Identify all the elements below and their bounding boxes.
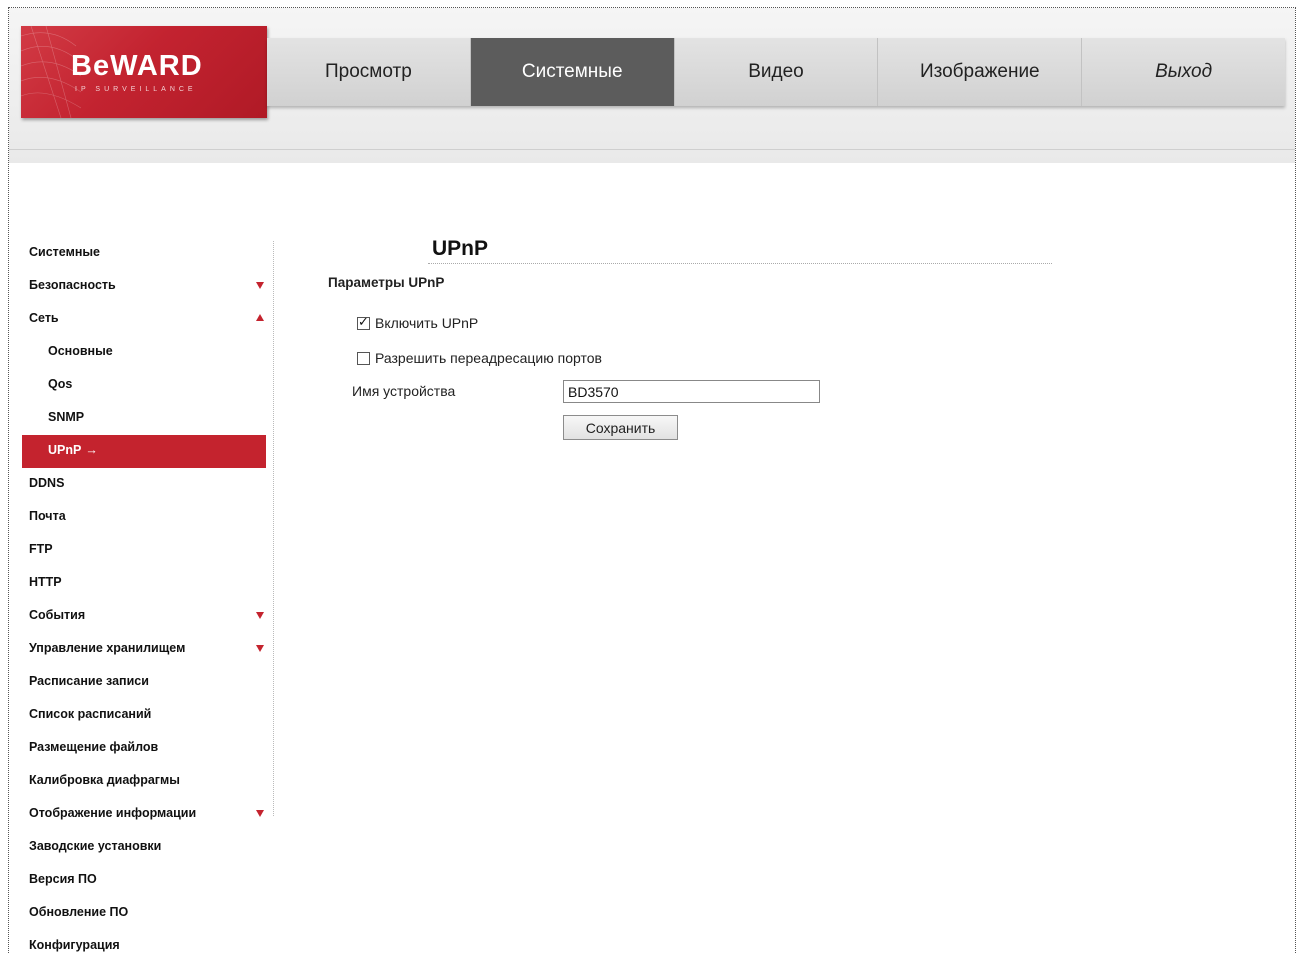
port-forwarding-row[interactable]: Разрешить переадресацию портов [357, 350, 602, 366]
header: BeWARD IP SURVEILLANCE Просмотр Системны… [9, 8, 1295, 163]
sidebar-item-label: FTP [29, 542, 53, 556]
right-arrow-icon: → [85, 443, 98, 457]
section-title: Параметры UPnP [328, 275, 445, 290]
sidebar-item-ftp[interactable]: FTP [22, 534, 266, 567]
sidebar-item-basic[interactable]: Основные [22, 336, 266, 369]
sidebar-item-label: Почта [29, 509, 66, 523]
logo-tagline: IP SURVEILLANCE [75, 86, 197, 93]
nav-tab-logout[interactable]: Выход [1082, 38, 1285, 106]
sidebar-item-label: SNMP [48, 410, 85, 424]
sidebar-item-firmware-update[interactable]: Обновление ПО [22, 897, 266, 930]
sidebar: Системные Безопасность Сеть Основные Qos… [22, 237, 266, 953]
enable-upnp-label: Включить UPnP [375, 315, 479, 331]
header-divider [9, 149, 1295, 150]
sidebar-item-ddns[interactable]: DDNS [22, 468, 266, 501]
sidebar-item-label: Сеть [29, 311, 59, 325]
sidebar-item-http[interactable]: HTTP [22, 567, 266, 600]
sidebar-item-label: HTTP [29, 575, 62, 589]
sidebar-item-snmp[interactable]: SNMP [22, 402, 266, 435]
sidebar-item-configuration[interactable]: Конфигурация [22, 930, 266, 953]
nav-tab-image[interactable]: Изображение [878, 38, 1083, 106]
sidebar-item-iris-calibration[interactable]: Калибровка диафрагмы [22, 765, 266, 798]
sidebar-item-label: Расписание записи [29, 674, 149, 688]
expand-down-icon[interactable] [256, 612, 264, 619]
port-forwarding-checkbox[interactable] [357, 351, 370, 365]
logo-brand-text: BeWARD [71, 50, 203, 82]
sidebar-item-label: UPnP [48, 443, 82, 457]
sidebar-item-events[interactable]: События [22, 600, 266, 633]
sidebar-item-label: Конфигурация [29, 938, 120, 952]
enable-upnp-row[interactable]: Включить UPnP [357, 314, 479, 331]
device-name-label: Имя устройства [352, 383, 456, 399]
expand-down-icon[interactable] [256, 282, 264, 289]
port-forwarding-label: Разрешить переадресацию портов [375, 350, 602, 366]
brand-logo[interactable]: BeWARD IP SURVEILLANCE [21, 26, 267, 118]
sidebar-item-label: Основные [48, 344, 113, 358]
sidebar-item-factory-defaults[interactable]: Заводские установки [22, 831, 266, 864]
sidebar-item-label: Отображение информации [29, 806, 197, 820]
page-title: UPnP [432, 237, 489, 260]
sidebar-item-label: Безопасность [29, 278, 116, 292]
sidebar-item-security[interactable]: Безопасность [22, 270, 266, 303]
expand-down-icon[interactable] [256, 645, 264, 652]
sidebar-item-firmware-version[interactable]: Версия ПО [22, 864, 266, 897]
title-divider [428, 263, 1052, 264]
sidebar-item-upnp[interactable]: UPnP → [22, 435, 266, 468]
sidebar-item-network[interactable]: Сеть [22, 303, 266, 336]
sidebar-item-label: Управление хранилищем [29, 641, 186, 655]
nav-tab-view[interactable]: Просмотр [267, 38, 471, 106]
top-nav: Просмотр Системные Видео Изображение Вых… [267, 38, 1285, 106]
sidebar-item-record-schedule[interactable]: Расписание записи [22, 666, 266, 699]
sidebar-item-schedule-list[interactable]: Список расписаний [22, 699, 266, 732]
sidebar-item-file-location[interactable]: Размещение файлов [22, 732, 266, 765]
sidebar-item-mail[interactable]: Почта [22, 501, 266, 534]
collapse-up-icon[interactable] [256, 314, 264, 321]
sidebar-item-label: Системные [29, 245, 100, 259]
sidebar-item-storage[interactable]: Управление хранилищем [22, 633, 266, 666]
sidebar-divider [273, 241, 274, 816]
sidebar-item-label: Размещение файлов [29, 740, 159, 754]
sidebar-item-system[interactable]: Системные [22, 237, 266, 270]
device-name-input[interactable] [563, 380, 820, 403]
page-frame: BeWARD IP SURVEILLANCE Просмотр Системны… [8, 7, 1296, 953]
sidebar-item-label: Qos [48, 377, 73, 391]
sidebar-item-label: Список расписаний [29, 707, 152, 721]
save-button[interactable]: Сохранить [563, 415, 678, 440]
sidebar-item-label: DDNS [29, 476, 65, 490]
expand-down-icon[interactable] [256, 810, 264, 817]
sidebar-item-label: События [29, 608, 86, 622]
sidebar-item-label: Версия ПО [29, 872, 97, 886]
sidebar-item-label: Калибровка диафрагмы [29, 773, 180, 787]
nav-tab-video[interactable]: Видео [674, 38, 879, 106]
sidebar-item-qos[interactable]: Qos [22, 369, 266, 402]
sidebar-item-info-display[interactable]: Отображение информации [22, 798, 266, 831]
nav-tab-system[interactable]: Системные [470, 38, 675, 106]
sidebar-item-label: Обновление ПО [29, 905, 129, 919]
sidebar-item-label: Заводские установки [29, 839, 162, 853]
enable-upnp-checkbox[interactable] [357, 314, 370, 330]
